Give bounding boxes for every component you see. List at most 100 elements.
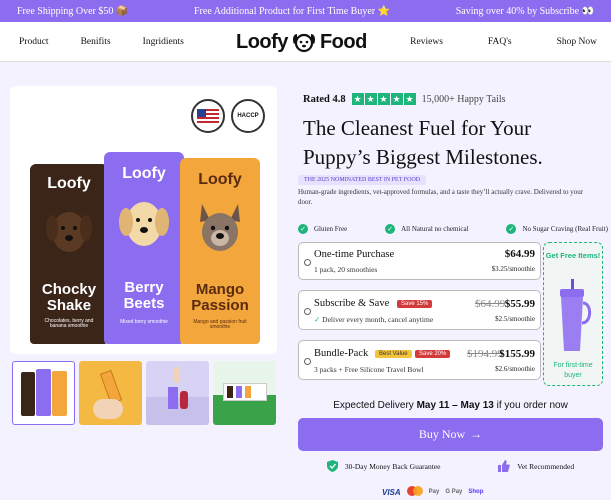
option-subtitle: 1 pack, 20 smoothies [314, 265, 378, 274]
logo[interactable]: Loofy Food [236, 28, 367, 56]
guarantee-label: 30-Day Money Back Guarantee [344, 461, 441, 471]
option-price: $64.99 [504, 248, 535, 260]
buy-now-button[interactable]: Buy Now → [298, 418, 603, 451]
option-subscribe-save[interactable]: Subscribe & Save Save 15% ✓ Deliver ever… [298, 290, 541, 330]
check-icon: ✓ [298, 224, 308, 234]
puppy-golden-retriever-icon [119, 202, 169, 246]
option-title: Subscribe & Save [314, 298, 390, 309]
option-unit-price: $2.5/smoothie [495, 315, 535, 323]
mango-passion-bar: Loofy Mango Passion Mango and passion fr… [180, 158, 260, 344]
thumbnail-1[interactable] [12, 361, 75, 425]
logo-word-loofy: Loofy [236, 30, 288, 53]
money-back-guarantee: 30-Day Money Back Guarantee [326, 460, 441, 472]
check-icon: ✓ [314, 315, 323, 324]
rating-label: Rated 4.8 [303, 93, 346, 105]
free-items-footer: For first-time buyer [553, 362, 593, 379]
option-unit-price: $2.6/smoothie [495, 365, 535, 373]
review-count: 15,000+ Happy Tails [421, 93, 506, 105]
google-pay-icon: G Pay [445, 489, 463, 495]
radio-button[interactable] [304, 358, 311, 365]
star-icon: ★ [351, 93, 364, 105]
made-in-usa-badge [191, 99, 225, 133]
free-items-heading: Get Free Items! [545, 251, 601, 260]
nav-left: Product Benifits Ingridients [19, 22, 184, 62]
haccp-badge: HACCP [231, 99, 265, 133]
option-old-price: $194.99 [467, 348, 503, 360]
free-items-card: Get Free Items! For first-time buyer [543, 242, 603, 386]
announcement-free-product: Free Additional Product for First Time B… [193, 5, 391, 17]
feature-label: No Sugar Craving (Real Fruit) [522, 225, 608, 233]
tumbler-cup-icon [560, 279, 592, 351]
mastercard-icon [406, 486, 423, 498]
nav-benefits-link[interactable]: Benifits [81, 37, 111, 47]
option-bundle-pack[interactable]: Bundle-Pack Best Value Save 20% 3 packs … [298, 340, 541, 380]
nav-faq-link[interactable]: FAQ's [488, 37, 512, 47]
option-old-price: $64.99 [475, 298, 506, 310]
rating-stars: ★ ★ ★ ★ ★ [351, 93, 416, 105]
nav-product-link[interactable]: Product [19, 37, 49, 47]
shield-check-icon [326, 460, 338, 472]
bar-brand: Loofy [47, 175, 91, 192]
save-20-tag: Save 20% [415, 350, 451, 358]
announcement-subscribe: Saving over 40% by Subscribe 👀 [455, 5, 594, 17]
bar-flavor-desc: Chocolates, berry and banana smoothie [44, 318, 94, 330]
thumbnail-3[interactable] [146, 361, 209, 425]
nav-right: Reviews FAQ's Shop Now [410, 22, 597, 62]
feature-all-natural: ✓ All Natural no chemical [385, 224, 469, 234]
site-header: Product Benifits Ingridients Loofy Food … [0, 22, 611, 62]
vet-recommended: Vet Recommended [498, 460, 574, 472]
option-title: One-time Purchase [314, 249, 395, 260]
dog-face-icon [292, 33, 315, 53]
chocky-shake-bar: Loofy Chocky Shake Chocolates, berry and… [30, 164, 108, 344]
star-icon: ★ [390, 93, 403, 105]
guarantee-row: 30-Day Money Back Guarantee Vet Recommen… [298, 460, 603, 472]
option-price: $55.99 [504, 298, 535, 310]
product-title: The Cleanest Fuel for Your Puppy’s Bigge… [303, 116, 543, 169]
radio-button[interactable] [304, 308, 311, 315]
feature-no-sugar: ✓ No Sugar Craving (Real Fruit) [506, 224, 608, 234]
visa-icon: VISA [382, 487, 401, 497]
thumbnail-4[interactable] [213, 361, 276, 425]
feature-label: Gluten Free [314, 225, 348, 233]
nominated-badge: THE 2025 NOMINATED BEST IN PET FOOD [298, 175, 427, 185]
option-price: $155.99 [499, 348, 535, 360]
bar-flavor-name: Chocky Shake [41, 281, 97, 314]
feature-gluten-free: ✓ Gluten Free [298, 224, 347, 234]
puppy-french-bulldog-icon [200, 204, 240, 251]
option-subtitle: ✓ Deliver every month, cancel anytime [314, 315, 433, 324]
thumbnail-strip [12, 361, 277, 425]
puppy-chocolate-lab-icon [46, 212, 92, 252]
bar-flavor-name: Berry Beets [123, 279, 165, 312]
nav-reviews-link[interactable]: Reviews [410, 37, 443, 47]
star-icon: ★ [364, 93, 377, 105]
feature-list: ✓ Gluten Free ✓ All Natural no chemical … [298, 224, 608, 234]
us-flag-icon [197, 109, 219, 123]
payment-methods: VISA Pay G Pay Shop [382, 486, 483, 498]
option-title: Bundle-Pack [314, 348, 369, 359]
announcement-bar: Free Shipping Over $50 📦 Free Additional… [0, 0, 611, 22]
nav-ingredients-link[interactable]: Ingridients [143, 37, 184, 47]
product-main-image[interactable]: HACCP Loofy Chocky Shake Chocolates, ber… [10, 86, 277, 354]
bar-brand: Loofy [198, 171, 242, 188]
option-one-time-purchase[interactable]: One-time Purchase 1 pack, 20 smoothies $… [298, 242, 541, 280]
thumbnail-2[interactable] [79, 361, 142, 425]
option-subtitle: 3 packs + Free Silicone Travel Bowl [314, 365, 424, 374]
announcement-shipping: Free Shipping Over $50 📦 [17, 5, 129, 17]
delivery-prefix: Expected Delivery [333, 400, 417, 411]
logo-word-food: Food [319, 30, 367, 53]
delivery-suffix: if you order now [493, 400, 568, 411]
arrow-right-icon: → [470, 427, 483, 441]
apple-pay-icon: Pay [428, 489, 440, 495]
star-icon: ★ [403, 93, 416, 105]
shop-pay-icon: Shop [468, 489, 484, 495]
feature-label: All Natural no chemical [401, 225, 469, 233]
nav-shop-now-link[interactable]: Shop Now [557, 37, 597, 47]
bar-flavor-desc: Mango and passion fruit smoothie [193, 319, 247, 331]
save-15-tag: Save 15% [397, 300, 433, 308]
bar-brand: Loofy [122, 165, 166, 182]
berry-beets-bar: Loofy Berry Beets Mixed berry smoothie [104, 152, 184, 344]
thumbs-up-icon [498, 460, 511, 472]
guarantee-label: Vet Recommended [517, 461, 575, 471]
rating-row: Rated 4.8 ★ ★ ★ ★ ★ 15,000+ Happy Tails [303, 93, 506, 105]
radio-button[interactable] [304, 259, 311, 266]
